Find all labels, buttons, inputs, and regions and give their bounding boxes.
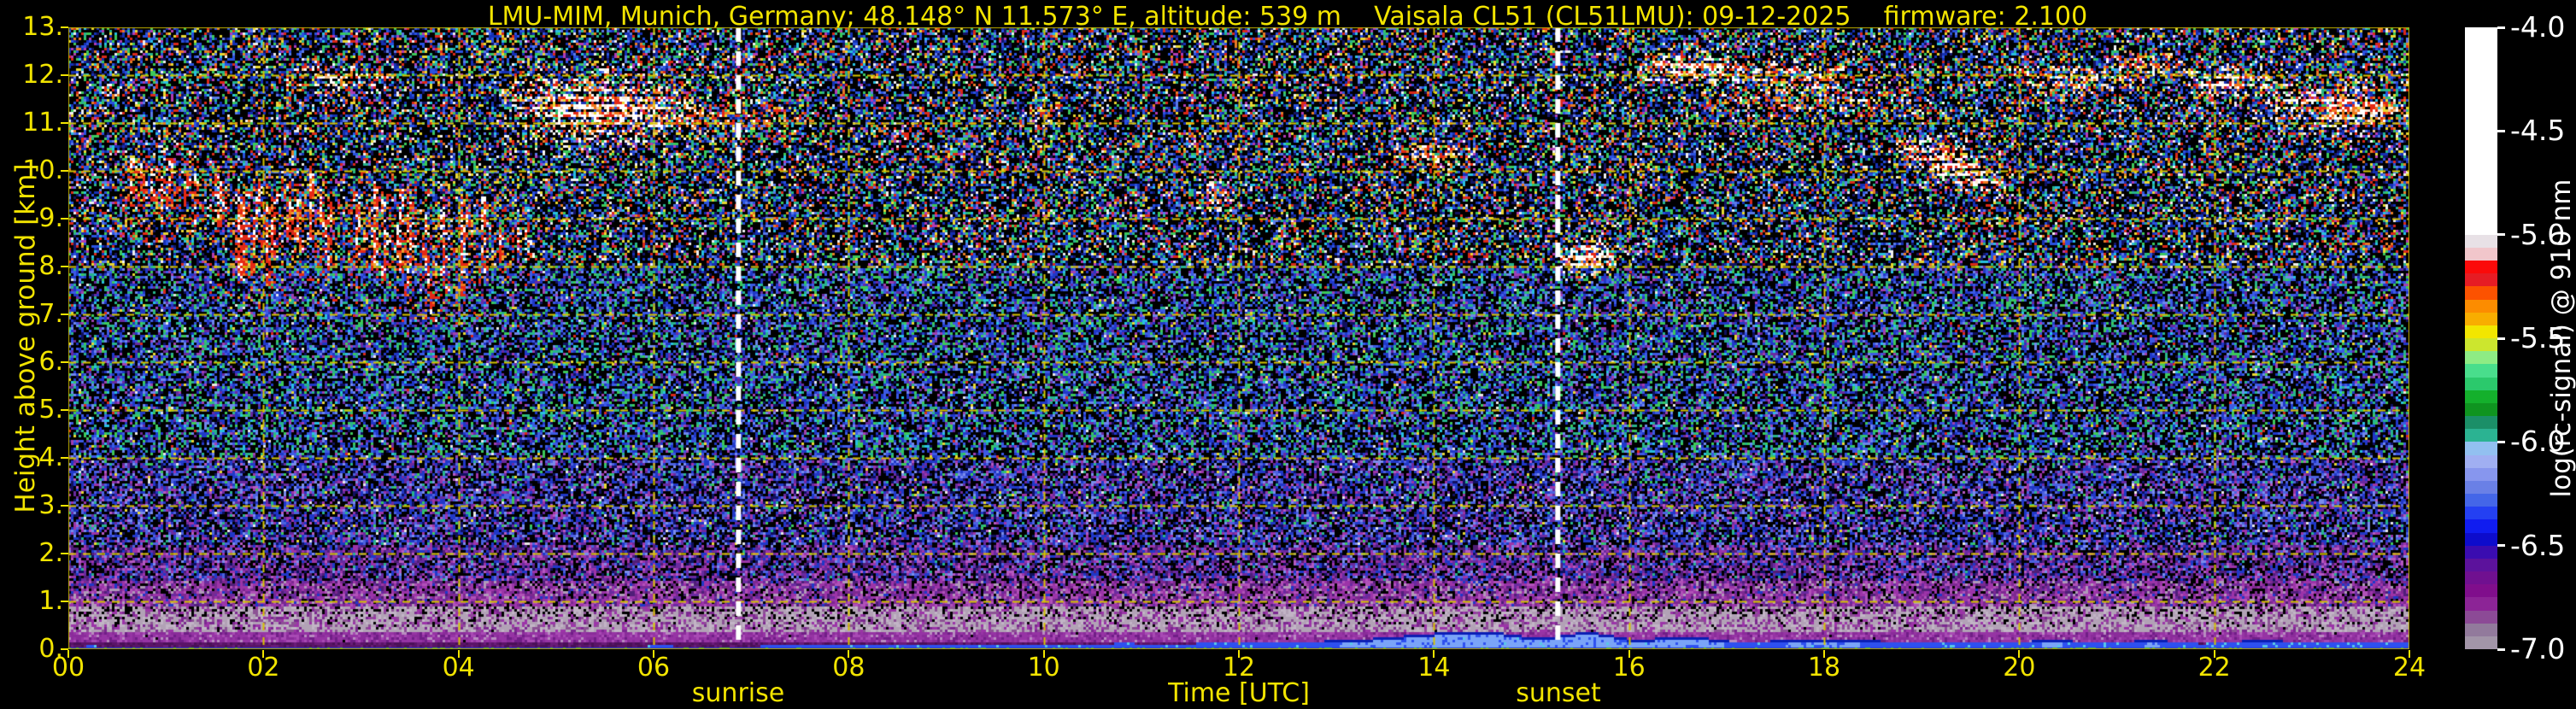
x-tick-label: 20	[2003, 653, 2036, 683]
colorbar-tick-label: -4.0	[2510, 10, 2566, 44]
colorbar-band	[2465, 480, 2497, 495]
colorbar-band	[2465, 351, 2497, 365]
x-tick-label: 10	[1027, 653, 1060, 683]
y-tick-label: 1.	[38, 586, 63, 616]
x-tick-label: 08	[832, 653, 866, 683]
y-tick-label: 11.	[22, 108, 63, 138]
colorbar-tick-mark	[2497, 544, 2505, 548]
colorbar-band	[2465, 377, 2497, 390]
y-tick-label: 10.	[22, 155, 63, 185]
colorbar-bands	[2465, 234, 2497, 650]
y-tick-label: 4.	[38, 442, 63, 472]
ceilometer-quicklook-figure: LMU-MIM, Munich, Germany; 48.148° N 11.5…	[0, 0, 2576, 708]
colorbar-band	[2465, 325, 2497, 339]
colorbar-white-segment	[2465, 27, 2497, 235]
y-tick-label: 7.	[38, 299, 63, 329]
y-tick-label: 2.	[38, 538, 63, 568]
colorbar-tick-label: -5.0	[2510, 217, 2566, 251]
colorbar-band	[2465, 507, 2497, 520]
colorbar-band	[2465, 571, 2497, 585]
y-tick-label: 3.	[38, 490, 63, 520]
x-tick-label: 14	[1417, 653, 1451, 683]
colorbar-band	[2465, 402, 2497, 417]
colorbar-band	[2465, 584, 2497, 598]
x-tick-label: 24	[2392, 653, 2426, 683]
colorbar-band	[2465, 597, 2497, 611]
y-tick-label: 5.	[38, 395, 63, 425]
colorbar-band	[2465, 299, 2497, 313]
colorbar-band	[2465, 261, 2497, 274]
colorbar-band	[2465, 623, 2497, 636]
colorbar-band	[2465, 610, 2497, 624]
colorbar-tick-mark	[2497, 647, 2505, 651]
colorbar-band	[2465, 532, 2497, 546]
colorbar-band	[2465, 545, 2497, 559]
colorbar-band	[2465, 467, 2497, 481]
colorbar-band	[2465, 494, 2497, 507]
colorbar-band	[2465, 234, 2497, 248]
colorbar-band	[2465, 273, 2497, 287]
colorbar-tick-label: -6.5	[2510, 528, 2566, 562]
backscatter-heatmap-canvas	[68, 27, 2409, 649]
colorbar-tick-label: -7.0	[2510, 632, 2566, 665]
x-tick-label: 16	[1612, 653, 1646, 683]
colorbar-tick-mark	[2497, 440, 2505, 443]
colorbar-band	[2465, 364, 2497, 378]
colorbar-tick-mark	[2497, 26, 2505, 29]
y-tick-label: 9.	[38, 203, 63, 233]
colorbar-band	[2465, 338, 2497, 352]
colorbar-tick-label: -5.5	[2510, 321, 2566, 354]
y-tick-label: 6.	[38, 347, 63, 377]
colorbar-band	[2465, 558, 2497, 572]
y-tick-label: 12.	[22, 60, 63, 90]
x-tick-label: 00	[51, 653, 85, 683]
colorbar-band	[2465, 390, 2497, 403]
x-tick-label: 04	[442, 653, 475, 683]
x-tick-label: 06	[637, 653, 671, 683]
x-tick-label: 22	[2198, 653, 2231, 683]
x-tick-label: 18	[1807, 653, 1841, 683]
colorbar-band	[2465, 247, 2497, 261]
colorbar-band	[2465, 454, 2497, 468]
colorbar-tick-label: -4.5	[2510, 114, 2566, 148]
x-tick-label: 12	[1222, 653, 1256, 683]
y-tick-label: 13.	[22, 12, 63, 42]
colorbar	[2465, 27, 2497, 650]
colorbar-band	[2465, 519, 2497, 533]
colorbar-band	[2465, 312, 2497, 325]
x-tick-label: 02	[247, 653, 280, 683]
colorbar-band	[2465, 636, 2497, 650]
colorbar-band	[2465, 429, 2497, 442]
colorbar-tick-mark	[2497, 337, 2505, 340]
colorbar-tick-mark	[2497, 129, 2505, 132]
colorbar-tick-mark	[2497, 233, 2505, 237]
colorbar-tick-label: -6.0	[2510, 425, 2566, 459]
y-tick-label: 8.	[38, 251, 63, 281]
colorbar-band	[2465, 442, 2497, 455]
colorbar-band	[2465, 286, 2497, 300]
colorbar-band	[2465, 416, 2497, 430]
